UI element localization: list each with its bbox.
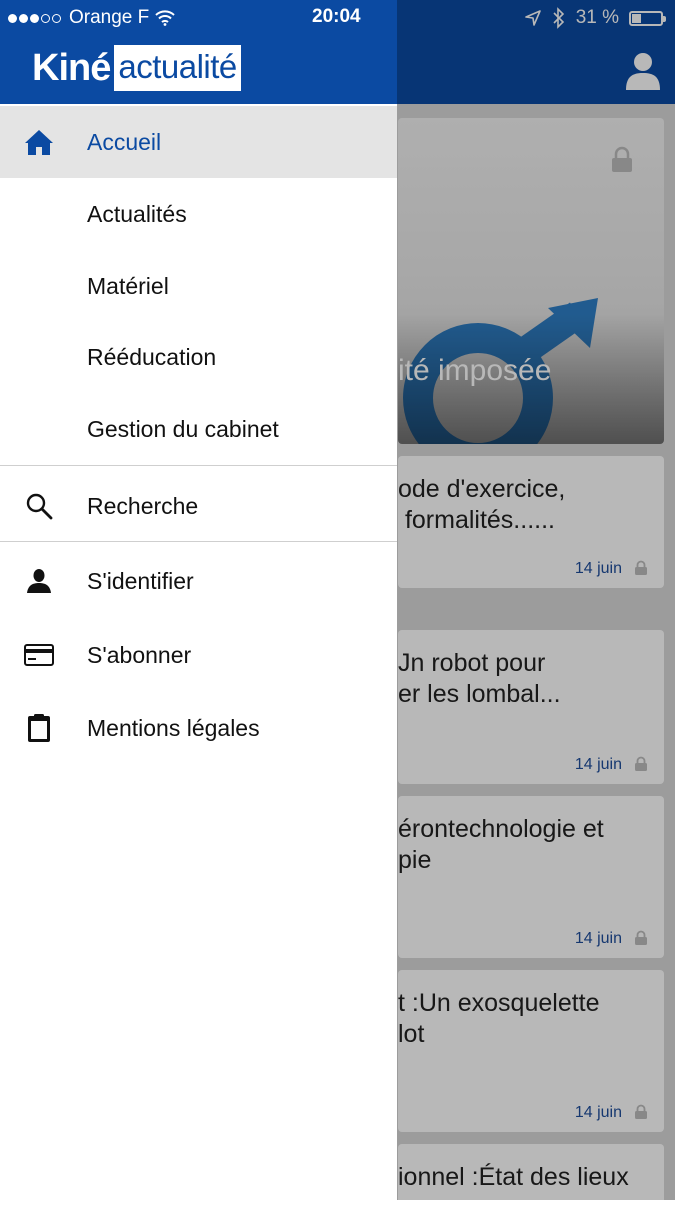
credit-card-icon: [24, 640, 54, 670]
logo-kine: Kiné: [32, 46, 111, 89]
menu-item-materiel[interactable]: Matériel: [0, 250, 397, 322]
home-icon: [24, 127, 54, 157]
menu-item-actualites[interactable]: Actualités: [0, 178, 397, 250]
menu-item-label: Rééducation: [87, 343, 217, 370]
status-bar-left: Orange F: [8, 6, 175, 30]
menu-item-label: Gestion du cabinet: [87, 415, 279, 442]
menu-item-label: Mentions légales: [87, 714, 260, 741]
menu-divider: [0, 465, 397, 466]
menu-item-recherche[interactable]: Recherche: [0, 470, 397, 542]
menu-item-label: Matériel: [87, 272, 169, 299]
clipboard-icon: [24, 713, 54, 743]
menu-item-label: S'identifier: [87, 567, 194, 594]
drawer-header: Orange F 20:04 Kiné actualité: [0, 0, 397, 104]
menu-item-gestion-du-cabinet[interactable]: Gestion du cabinet: [0, 393, 397, 465]
wifi-icon: [155, 10, 175, 26]
menu-item-sabonner[interactable]: S'abonner: [0, 619, 397, 691]
search-icon: [24, 491, 54, 521]
menu-item-mentions-legales[interactable]: Mentions légales: [0, 692, 397, 764]
menu-item-label: Accueil: [87, 128, 162, 155]
app-logo: Kiné actualité: [32, 44, 241, 92]
carrier-name: Orange F: [69, 7, 150, 28]
menu-item-accueil[interactable]: Accueil: [0, 106, 397, 178]
menu-item-reeducation[interactable]: Rééducation: [0, 321, 397, 393]
menu-item-sidentifier[interactable]: S'identifier: [0, 545, 397, 617]
menu-item-label: S'abonner: [87, 641, 192, 668]
signal-strength-icon: [8, 13, 63, 23]
menu-item-label: Recherche: [87, 492, 199, 519]
menu-item-label: Actualités: [87, 200, 187, 227]
status-time: 20:04: [312, 6, 361, 27]
menu-divider: [0, 541, 397, 542]
user-icon: [24, 566, 54, 596]
navigation-drawer: Orange F 20:04 Kiné actualité Accueil Ac…: [0, 0, 397, 1200]
logo-actualite: actualité: [114, 45, 241, 91]
